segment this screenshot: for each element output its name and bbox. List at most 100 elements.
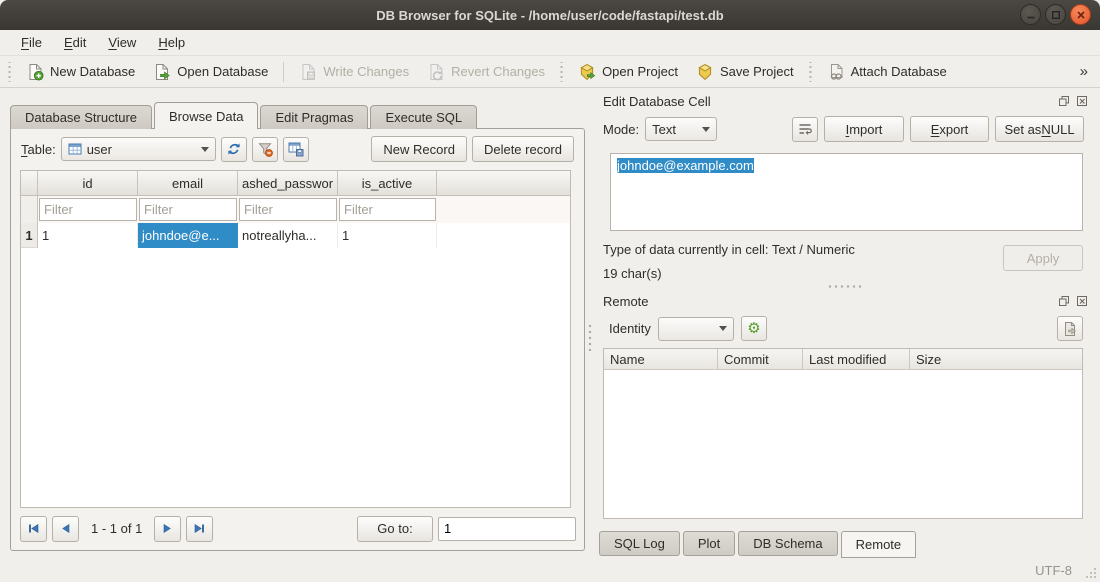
close-button[interactable] [1070,4,1091,25]
tab-browse-data[interactable]: Browse Data [154,102,258,129]
tab-execute-sql[interactable]: Execute SQL [370,105,477,129]
dock-close-button[interactable] [1074,294,1089,309]
tab-plot[interactable]: Plot [683,531,735,556]
table-icon [68,142,82,156]
minimize-button[interactable] [1020,4,1041,25]
cell-is-active[interactable]: 1 [338,223,437,248]
filter-input-id[interactable] [39,198,137,221]
column-header-is-active[interactable]: is_active [338,171,437,195]
float-icon [1058,295,1070,307]
row-number[interactable]: 1 [21,223,38,248]
chevron-down-icon [702,127,710,132]
statusbar: UTF-8 [0,558,1100,582]
remote-column-last-modified[interactable]: Last modified [803,349,910,369]
dock-close-icon [1076,295,1088,307]
splitter-dots [827,284,861,289]
remote-column-commit[interactable]: Commit [718,349,803,369]
clear-filters-button[interactable] [252,137,278,162]
last-record-button[interactable] [186,516,213,542]
toolbar-overflow-button[interactable]: » [1076,63,1092,80]
filter-input-is-active[interactable] [339,198,436,221]
right-dock-area: Edit Database Cell [595,91,1092,558]
new-database-button[interactable]: New Database [19,60,142,84]
toolbar-separator [283,62,284,82]
tab-db-schema[interactable]: DB Schema [738,531,837,556]
column-header-hashed-password[interactable]: ashed_passwor [238,171,338,195]
save-project-icon [696,63,714,81]
browse-data-pane: Table: user [10,128,585,551]
grid-empty-area[interactable] [21,248,570,507]
menu-edit[interactable]: Edit [53,31,97,54]
cell-hashed-password[interactable]: notreallyha... [238,223,338,248]
set-as-null-button[interactable]: Set as NULL [995,116,1084,142]
remote-column-name[interactable]: Name [604,349,718,369]
dock-close-icon [1076,95,1088,107]
cell-id[interactable]: 1 [38,223,138,248]
maximize-button[interactable] [1045,4,1066,25]
tab-database-structure[interactable]: Database Structure [10,105,152,129]
row-filler [437,223,570,248]
cell-email-selected[interactable]: johndoe@e... [138,223,238,248]
table-select[interactable]: user [61,137,216,161]
remote-column-size[interactable]: Size [910,349,1082,369]
column-header-email[interactable]: email [138,171,238,195]
next-record-button[interactable] [154,516,181,542]
menu-view[interactable]: View [97,31,147,54]
open-database-button[interactable]: Open Database [146,60,275,84]
identity-settings-button[interactable]: ⚙ [741,316,767,341]
remote-table-header: Name Commit Last modified Size [604,349,1082,370]
write-changes-icon [299,63,317,81]
menu-file[interactable]: File [10,31,53,54]
record-navigation: 1 - 1 of 1 Go to: [11,508,584,544]
tab-remote[interactable]: Remote [841,531,917,558]
toolbar-drag-handle[interactable] [808,62,813,82]
filter-row-corner [21,196,38,223]
refresh-button[interactable] [221,137,247,162]
panel-splitter-handle[interactable] [587,323,593,351]
tab-sql-log[interactable]: SQL Log [599,531,680,556]
cell-value-editor[interactable]: johndoe@example.com [610,153,1083,231]
main-area: Database Structure Browse Data Edit Prag… [0,89,1100,558]
filter-row [21,196,570,223]
filter-input-email[interactable] [139,198,237,221]
remote-dock-titlebar: Remote [595,291,1092,311]
titlebar[interactable]: DB Browser for SQLite - /home/user/code/… [0,0,1100,30]
mode-label: Mode: [603,122,639,137]
grid-header-filler [437,171,570,195]
table-row: 1 1 johndoe@e... notreallyha... 1 [21,223,570,248]
refresh-icon [226,141,242,157]
identity-select[interactable] [658,317,734,341]
dock-close-button[interactable] [1074,94,1089,109]
previous-record-button[interactable] [52,516,79,542]
chevron-down-icon [201,147,209,152]
save-project-button[interactable]: Save Project [689,60,801,84]
new-record-button[interactable]: New Record [371,136,467,162]
first-record-button[interactable] [20,516,47,542]
previous-record-icon [59,522,72,535]
last-record-icon [193,522,206,535]
delete-record-button[interactable]: Delete record [472,136,574,162]
open-project-button[interactable]: Open Project [571,60,685,84]
goto-button[interactable]: Go to: [357,516,433,542]
revert-changes-icon [427,63,445,81]
toolbar-drag-handle[interactable] [7,62,12,82]
resize-grip[interactable] [1084,566,1097,579]
mode-select[interactable]: Text [645,117,717,141]
column-header-id[interactable]: id [38,171,138,195]
dock-float-button[interactable] [1056,94,1071,109]
dock-float-button[interactable] [1056,294,1071,309]
dock-splitter-handle[interactable] [595,281,1092,291]
remote-table-body[interactable] [604,370,1082,518]
import-button[interactable]: Import [824,116,904,142]
goto-input[interactable] [438,517,576,541]
attach-database-button[interactable]: Attach Database [820,60,954,84]
export-button[interactable]: Export [910,116,989,142]
clone-database-button[interactable] [1057,316,1083,341]
filter-input-hashed-password[interactable] [239,198,337,221]
menu-help[interactable]: Help [147,31,196,54]
toolbar-drag-handle[interactable] [559,62,564,82]
tab-edit-pragmas[interactable]: Edit Pragmas [260,105,368,129]
word-wrap-button[interactable] [792,117,818,142]
edit-cell-dock-titlebar: Edit Database Cell [595,91,1092,111]
save-results-button[interactable] [283,137,309,162]
